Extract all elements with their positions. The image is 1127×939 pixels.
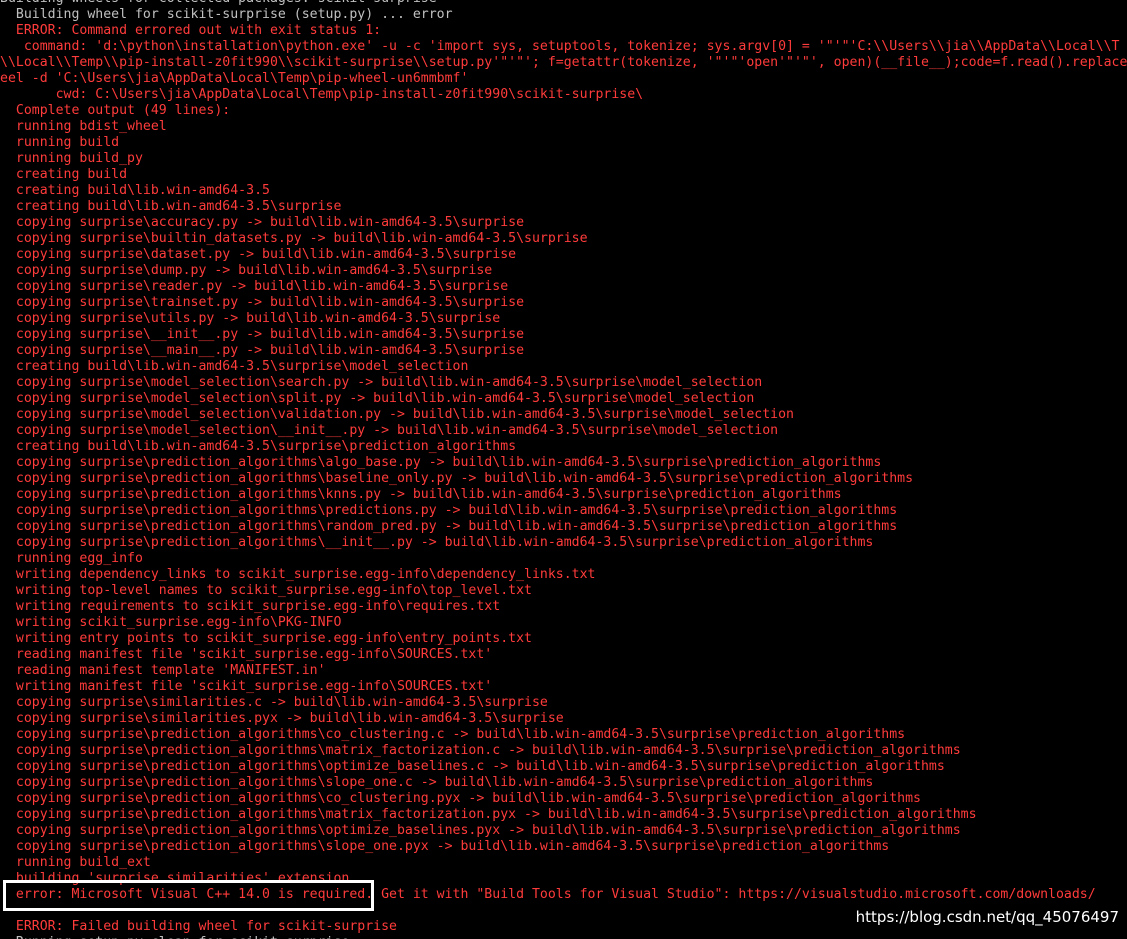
terminal-line: copying surprise\utils.py -> build\lib.w… [0,311,501,326]
terminal-line: copying surprise\prediction_algorithms\r… [0,519,898,534]
terminal-line: copying surprise\prediction_algorithms\p… [0,503,898,518]
terminal-line: writing top-level names to scikit_surpri… [0,583,532,598]
terminal-line: writing entry points to scikit_surprise.… [0,631,532,646]
terminal-line: Building wheel for scikit-surprise (setu… [0,7,453,22]
terminal-line: copying surprise\reader.py -> build\lib.… [0,279,509,294]
terminal-line: running build_ext [0,855,151,870]
terminal-line: copying surprise\prediction_algorithms\b… [0,471,914,486]
terminal-output: Building wheels for collected packages: … [0,0,1127,939]
terminal-line: copying surprise\model_selection\search.… [0,375,763,390]
terminal-line: cwd: C:\Users\jia\AppData\Local\Temp\pip… [0,87,644,102]
terminal-line: running build_py [0,151,143,166]
terminal-line: writing requirements to scikit_surprise.… [0,599,501,614]
terminal-line: copying surprise\dump.py -> build\lib.wi… [0,263,493,278]
terminal-line: building 'surprise.similarities' extensi… [0,871,350,886]
terminal-line: reading manifest file 'scikit_surprise.e… [0,647,493,662]
terminal-line: copying surprise\prediction_algorithms\o… [0,823,961,838]
terminal-line: copying surprise\prediction_algorithms\s… [0,839,890,854]
terminal-line: copying surprise\dataset.py -> build\lib… [0,247,517,262]
terminal-line: copying surprise\prediction_algorithms\k… [0,487,842,502]
terminal-line: copying surprise\prediction_algorithms\s… [0,775,874,790]
terminal-line: copying surprise\prediction_algorithms\_… [0,535,874,550]
terminal-line: copying surprise\similarities.c -> build… [0,695,548,710]
terminal-line: copying surprise\prediction_algorithms\m… [0,743,961,758]
terminal-line: copying surprise\prediction_algorithms\c… [0,727,906,742]
terminal-line: copying surprise\model_selection\validat… [0,407,794,422]
terminal-line: running egg_info [0,551,143,566]
terminal-line: writing dependency_links to scikit_surpr… [0,567,596,582]
terminal-line: copying surprise\__main__.py -> build\li… [0,343,525,358]
terminal-line: Complete output (49 lines): [0,103,231,118]
terminal-line: copying surprise\prediction_algorithms\o… [0,759,945,774]
terminal-line: creating build\lib.win-amd64-3.5\surpris… [0,439,517,454]
terminal-line: creating build [0,167,128,182]
terminal-line: copying surprise\trainset.py -> build\li… [0,295,525,310]
terminal-line: \\Local\\Temp\\pip-install-z0fit990\\sci… [0,55,1127,70]
terminal-line: Building wheels for collected packages: … [0,0,1127,7]
terminal-line: Running setup.py clean for scikit-surpri… [0,935,1127,939]
terminal-line: running bdist_wheel [0,119,167,134]
terminal-line: copying surprise\accuracy.py -> build\li… [0,215,525,230]
terminal-line: creating build\lib.win-amd64-3.5\surpris… [0,199,342,214]
terminal-line: copying surprise\prediction_algorithms\c… [0,791,921,806]
watermark: https://blog.csdn.net/qq_45076497 [855,908,1119,926]
terminal-line: copying surprise\prediction_algorithms\a… [0,455,882,470]
terminal-window: Building wheels for collected packages: … [0,0,1127,939]
terminal-line: copying surprise\model_selection\split.p… [0,391,755,406]
terminal-line: running build [0,135,120,150]
terminal-line: copying surprise\model_selection\__init_… [0,423,779,438]
terminal-line: copying surprise\__init__.py -> build\li… [0,327,525,342]
terminal-line: creating build\lib.win-amd64-3.5 [0,183,270,198]
terminal-line: copying surprise\similarities.pyx -> bui… [0,711,564,726]
terminal-line: creating build\lib.win-amd64-3.5\surpris… [0,359,469,374]
terminal-line: ERROR: Command errored out with exit sta… [0,23,382,38]
terminal-line: error: Microsoft Visual C++ 14.0 is requ… [0,887,1096,902]
terminal-line: command: 'd:\python\installation\python.… [0,39,1120,54]
terminal-line: reading manifest template 'MANIFEST.in' [0,663,326,678]
terminal-line: writing scikit_surprise.egg-info\PKG-INF… [0,615,342,630]
terminal-line: writing manifest file 'scikit_surprise.e… [0,679,493,694]
terminal-line: copying surprise\builtin_datasets.py -> … [0,231,588,246]
terminal-line: copying surprise\prediction_algorithms\m… [0,807,977,822]
terminal-line: eel -d 'C:\Users\jia\AppData\Local\Temp\… [0,71,469,86]
